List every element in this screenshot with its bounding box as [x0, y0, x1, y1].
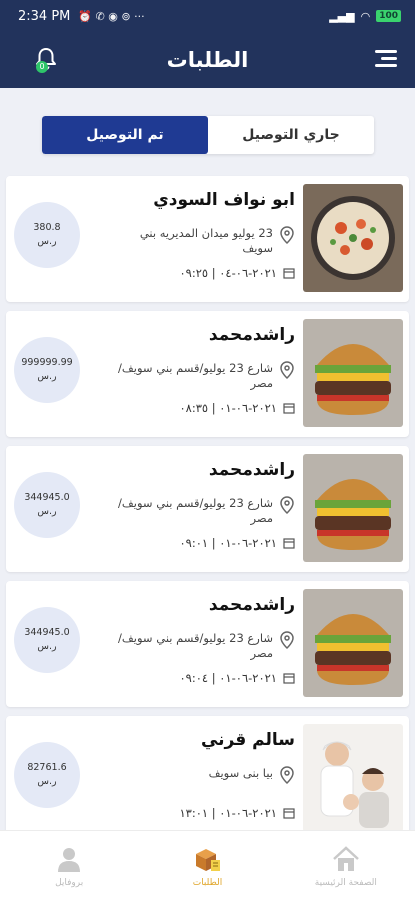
tab-in-delivery[interactable]: جاري التوصيل — [208, 116, 374, 154]
location-pin-icon — [280, 631, 294, 649]
order-date: ٢٠٢١-٠٦-٠١ | ٠٩:٠٤ — [179, 671, 295, 685]
status-bar: 2:34 PM ⏰ ✆ ◉ ⊚ ··· ▂▄▆ ◠ 100 — [0, 0, 415, 32]
notification-bell[interactable]: 0 — [32, 45, 60, 73]
order-address: شارع 23 يوليو/قسم بني سويف/مصر — [117, 361, 295, 391]
burger-image — [303, 319, 403, 427]
location-pin-icon — [280, 766, 294, 784]
nav-profile[interactable]: بروفايل — [0, 831, 138, 900]
location-pin-icon — [280, 496, 294, 514]
tab-delivered[interactable]: تم التوصيل — [42, 116, 208, 154]
calendar-icon — [283, 673, 295, 684]
calendar-icon — [283, 538, 295, 549]
customer-name: سالم قرني — [200, 730, 295, 750]
calendar-icon — [283, 268, 295, 279]
food-platter-image — [303, 184, 403, 292]
customer-name: راشدمحمد — [208, 325, 295, 345]
order-address: شارع 23 يوليو/قسم بني سويف/مصر — [117, 631, 295, 661]
order-address: شارع 23 يوليو/قسم بني سويف/مصر — [117, 496, 295, 526]
battery-icon: 100 — [376, 10, 401, 22]
burger-image — [303, 454, 403, 562]
order-price: 380.8 ر.س — [14, 202, 80, 268]
calendar-icon — [283, 808, 295, 819]
system-indicators: ▂▄▆ ◠ 100 — [329, 10, 401, 23]
nav-orders[interactable]: الطلبات — [138, 831, 276, 900]
customer-name: راشدمحمد — [208, 460, 295, 480]
menu-icon[interactable] — [373, 48, 397, 70]
profile-icon — [58, 847, 81, 872]
app-bar: 0 الطلبات — [0, 32, 415, 88]
order-card[interactable]: ابو نواف السودي 23 يوليو ميدان المديريه … — [6, 176, 409, 302]
order-card[interactable]: سالم قرني بيا بنى سويف ٢٠٢١-٠٦-٠١ | ١٣:٠… — [6, 716, 409, 842]
order-price: 344945.0 ر.س — [14, 472, 80, 538]
order-price: 82761.6 ر.س — [14, 742, 80, 808]
order-date: ٢٠٢١-٠٦-٠١ | ٠٩:٠١ — [179, 536, 295, 550]
order-price: 999999.99 ر.س — [14, 337, 80, 403]
bottom-nav: بروفايل الطلبات الصفحة الرئيسية — [0, 830, 415, 900]
calendar-icon — [283, 403, 295, 414]
order-date: ٢٠٢١-٠٦-٠١ | ٠٨:٣٥ — [179, 401, 295, 415]
burger-image — [303, 589, 403, 697]
orders-box-icon — [196, 848, 221, 871]
order-address: 23 يوليو ميدان المديريه بني سويف — [117, 226, 295, 256]
order-card[interactable]: راشدمحمد شارع 23 يوليو/قسم بني سويف/مصر … — [6, 311, 409, 437]
nav-home[interactable]: الصفحة الرئيسية — [277, 831, 415, 900]
page-title: الطلبات — [166, 48, 249, 72]
home-icon — [332, 845, 359, 871]
notification-badge: 0 — [36, 61, 48, 73]
delivery-tabs: تم التوصيل جاري التوصيل — [42, 116, 374, 154]
order-date: ٢٠٢١-٠٦-٠١ | ١٣:٠١ — [179, 806, 295, 820]
family-photo-image — [303, 724, 403, 832]
location-pin-icon — [280, 361, 294, 379]
order-date: ٢٠٢١-٠٦-٠٤ | ٠٩:٢٥ — [179, 266, 295, 280]
signal-icon: ▂▄▆ — [329, 9, 355, 23]
order-address: بيا بنى سويف — [117, 766, 295, 784]
order-price: 344945.0 ر.س — [14, 607, 80, 673]
customer-name: راشدمحمد — [208, 595, 295, 615]
wifi-icon: ◠ — [360, 9, 371, 23]
status-time: 2:34 PM — [18, 8, 71, 24]
notification-icons: ⏰ ✆ ◉ ⊚ ··· — [78, 9, 145, 23]
customer-name: ابو نواف السودي — [153, 190, 295, 210]
order-card[interactable]: راشدمحمد شارع 23 يوليو/قسم بني سويف/مصر … — [6, 446, 409, 572]
location-pin-icon — [280, 226, 294, 244]
order-card[interactable]: راشدمحمد شارع 23 يوليو/قسم بني سويف/مصر … — [6, 581, 409, 707]
